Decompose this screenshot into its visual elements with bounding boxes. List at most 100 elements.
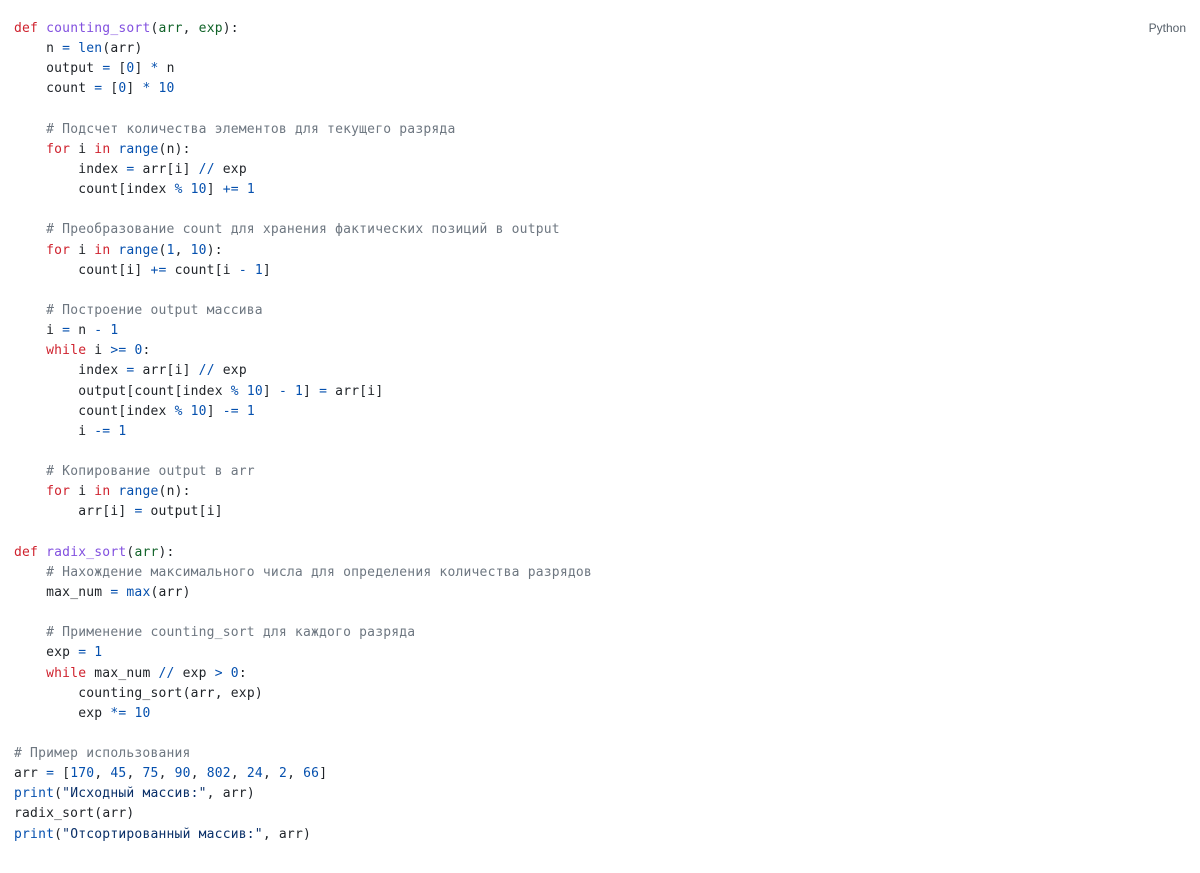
token-ws (14, 243, 46, 258)
token-punct: , (263, 827, 279, 842)
token-var: arr (102, 806, 126, 821)
token-ws (151, 81, 159, 96)
token-var: count (46, 81, 86, 96)
token-punct: , (231, 766, 247, 781)
token-var: i (175, 162, 183, 177)
token-cmt: # Преобразование count для хранения факт… (46, 222, 560, 237)
token-ws (191, 363, 199, 378)
code-line: for i in range(n): (14, 142, 191, 157)
token-punct: [ (167, 363, 175, 378)
code-line: i -= 1 (14, 424, 126, 439)
token-var: index (126, 182, 166, 197)
code-line: i = n - 1 (14, 323, 118, 338)
token-num: 1 (167, 243, 175, 258)
token-ws (215, 404, 223, 419)
token-punct: ] (183, 363, 191, 378)
token-num: 75 (143, 766, 159, 781)
token-ws (247, 263, 255, 278)
token-var: exp (231, 686, 255, 701)
code-line: exp *= 10 (14, 706, 151, 721)
code-line: output = [0] * n (14, 61, 175, 76)
token-ws (215, 182, 223, 197)
token-punct: , (287, 766, 303, 781)
token-punct: ): (175, 142, 191, 157)
token-builtin: range (118, 243, 158, 258)
token-punct: ( (159, 484, 167, 499)
token-num: 0 (231, 666, 239, 681)
token-op: * (151, 61, 159, 76)
token-ws (14, 484, 46, 499)
token-op: // (159, 666, 175, 681)
token-ws (183, 404, 191, 419)
code-line: counting_sort(arr, exp) (14, 686, 263, 701)
token-var: output (151, 504, 199, 519)
token-punct: [ (215, 263, 223, 278)
token-ws (14, 303, 46, 318)
token-op: > (215, 666, 223, 681)
token-punct: ] (319, 766, 327, 781)
token-ws (239, 384, 247, 399)
token-punct: , (207, 786, 223, 801)
token-var: index (78, 363, 118, 378)
token-var: count (78, 404, 118, 419)
token-param: arr (159, 21, 183, 36)
token-ws (215, 162, 223, 177)
token-fn: counting_sort (46, 21, 150, 36)
token-ws (14, 41, 46, 56)
code-line: while i >= 0: (14, 343, 151, 358)
code-line: count[index % 10] += 1 (14, 182, 255, 197)
token-var: arr (191, 686, 215, 701)
token-punct: , (126, 766, 142, 781)
token-punct: [ (199, 504, 207, 519)
token-punct: , (215, 686, 231, 701)
token-op: += (150, 263, 166, 278)
code-line: print("Отсортированный массив:", arr) (14, 827, 311, 842)
token-punct: , (263, 766, 279, 781)
token-var: max_num (94, 666, 150, 681)
token-op: = (46, 766, 54, 781)
token-punct: ( (150, 585, 158, 600)
token-ws (327, 384, 335, 399)
token-ws (14, 343, 46, 358)
token-punct: ) (183, 585, 191, 600)
token-var: arr (142, 363, 166, 378)
token-kw: for (46, 243, 70, 258)
token-var: counting_sort (78, 686, 182, 701)
token-var: exp (223, 162, 247, 177)
token-op: * (142, 81, 150, 96)
token-var: arr (14, 766, 38, 781)
code-line: arr = [170, 45, 75, 90, 802, 24, 2, 66] (14, 766, 327, 781)
token-ws (223, 384, 231, 399)
token-punct: ] (375, 384, 383, 399)
token-punct: ( (54, 827, 62, 842)
token-punct: ] (303, 384, 311, 399)
token-num: 1 (94, 645, 102, 660)
token-op: // (199, 162, 215, 177)
token-var: index (78, 162, 118, 177)
code-line: exp = 1 (14, 645, 102, 660)
token-var: exp (183, 666, 207, 681)
token-kw: for (46, 484, 70, 499)
token-cmt: # Построение output массива (46, 303, 263, 318)
code-line: # Копирование output в arr (14, 464, 255, 479)
token-punct: , (191, 766, 207, 781)
token-var: i (223, 263, 231, 278)
token-punct: ( (183, 686, 191, 701)
token-ws (14, 706, 78, 721)
token-punct: ] (263, 384, 271, 399)
token-ws (14, 182, 78, 197)
token-op: - (279, 384, 287, 399)
token-num: 1 (110, 323, 118, 338)
token-var: arr (279, 827, 303, 842)
token-str: "Исходный массив:" (62, 786, 206, 801)
token-ws (142, 61, 150, 76)
token-var: index (126, 404, 166, 419)
token-punct: ) (247, 786, 255, 801)
token-var: radix_sort (14, 806, 94, 821)
token-ws (14, 61, 46, 76)
code-line: count = [0] * 10 (14, 81, 175, 96)
token-ws (150, 666, 158, 681)
code-line: output[count[index % 10] - 1] = arr[i] (14, 384, 383, 399)
code-line: while max_num // exp > 0: (14, 666, 247, 681)
token-var: i (46, 323, 54, 338)
